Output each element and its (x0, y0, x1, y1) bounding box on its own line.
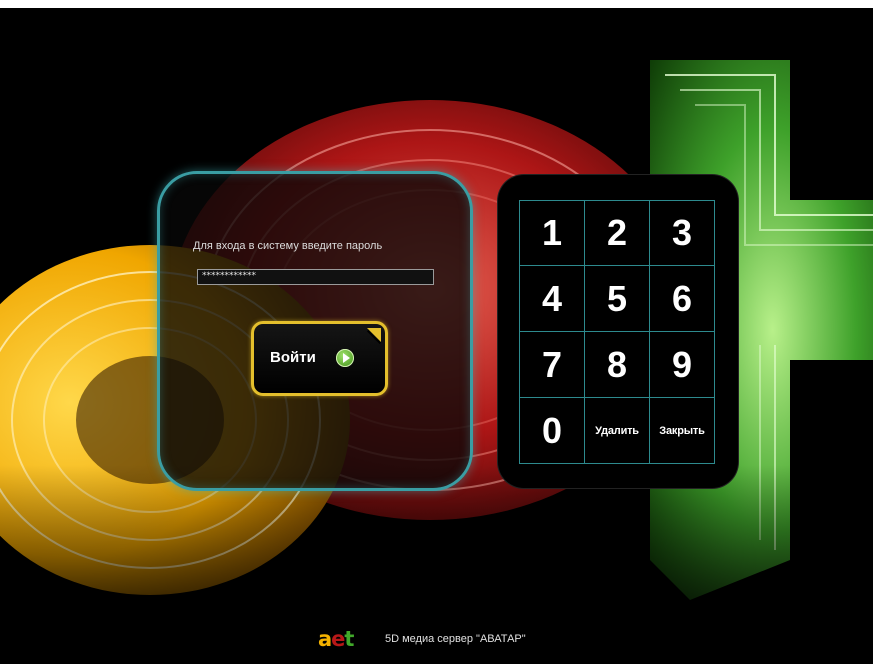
key-2[interactable]: 2 (585, 200, 650, 266)
aet-logo-letter: a (318, 628, 331, 650)
keypad-grid: 1 2 3 4 5 6 7 8 9 0 Удалить Закрыть (519, 200, 715, 464)
delete-key[interactable]: Удалить (585, 398, 650, 464)
key-0[interactable]: 0 (519, 398, 585, 464)
key-6[interactable]: 6 (650, 266, 715, 332)
key-8[interactable]: 8 (585, 332, 650, 398)
keypad: 1 2 3 4 5 6 7 8 9 0 Удалить Закрыть (498, 175, 738, 488)
aet-logo-letter: e (331, 628, 345, 650)
server-caption: 5D медиа сервер "АВАТАР" (385, 633, 526, 645)
key-4[interactable]: 4 (519, 266, 585, 332)
play-icon (336, 349, 354, 367)
top-border (0, 0, 873, 8)
aet-logo-icon: aet (318, 628, 355, 650)
login-screen: Для входа в систему введите пароль *****… (0, 0, 873, 664)
key-9[interactable]: 9 (650, 332, 715, 398)
key-3[interactable]: 3 (650, 200, 715, 266)
password-prompt: Для входа в систему введите пароль (193, 240, 383, 252)
password-field[interactable]: ************ (197, 269, 434, 285)
svg-text:aet: aet (318, 628, 354, 650)
key-1[interactable]: 1 (519, 200, 585, 266)
close-key[interactable]: Закрыть (650, 398, 715, 464)
login-button[interactable]: Войти (251, 321, 388, 396)
key-7[interactable]: 7 (519, 332, 585, 398)
aet-logo-letter: t (344, 628, 354, 650)
login-button-label: Войти (270, 349, 316, 366)
footer: aet 5D медиа сервер "АВАТАР" (318, 628, 618, 650)
key-5[interactable]: 5 (585, 266, 650, 332)
login-panel: Для входа в систему введите пароль *****… (157, 171, 473, 491)
